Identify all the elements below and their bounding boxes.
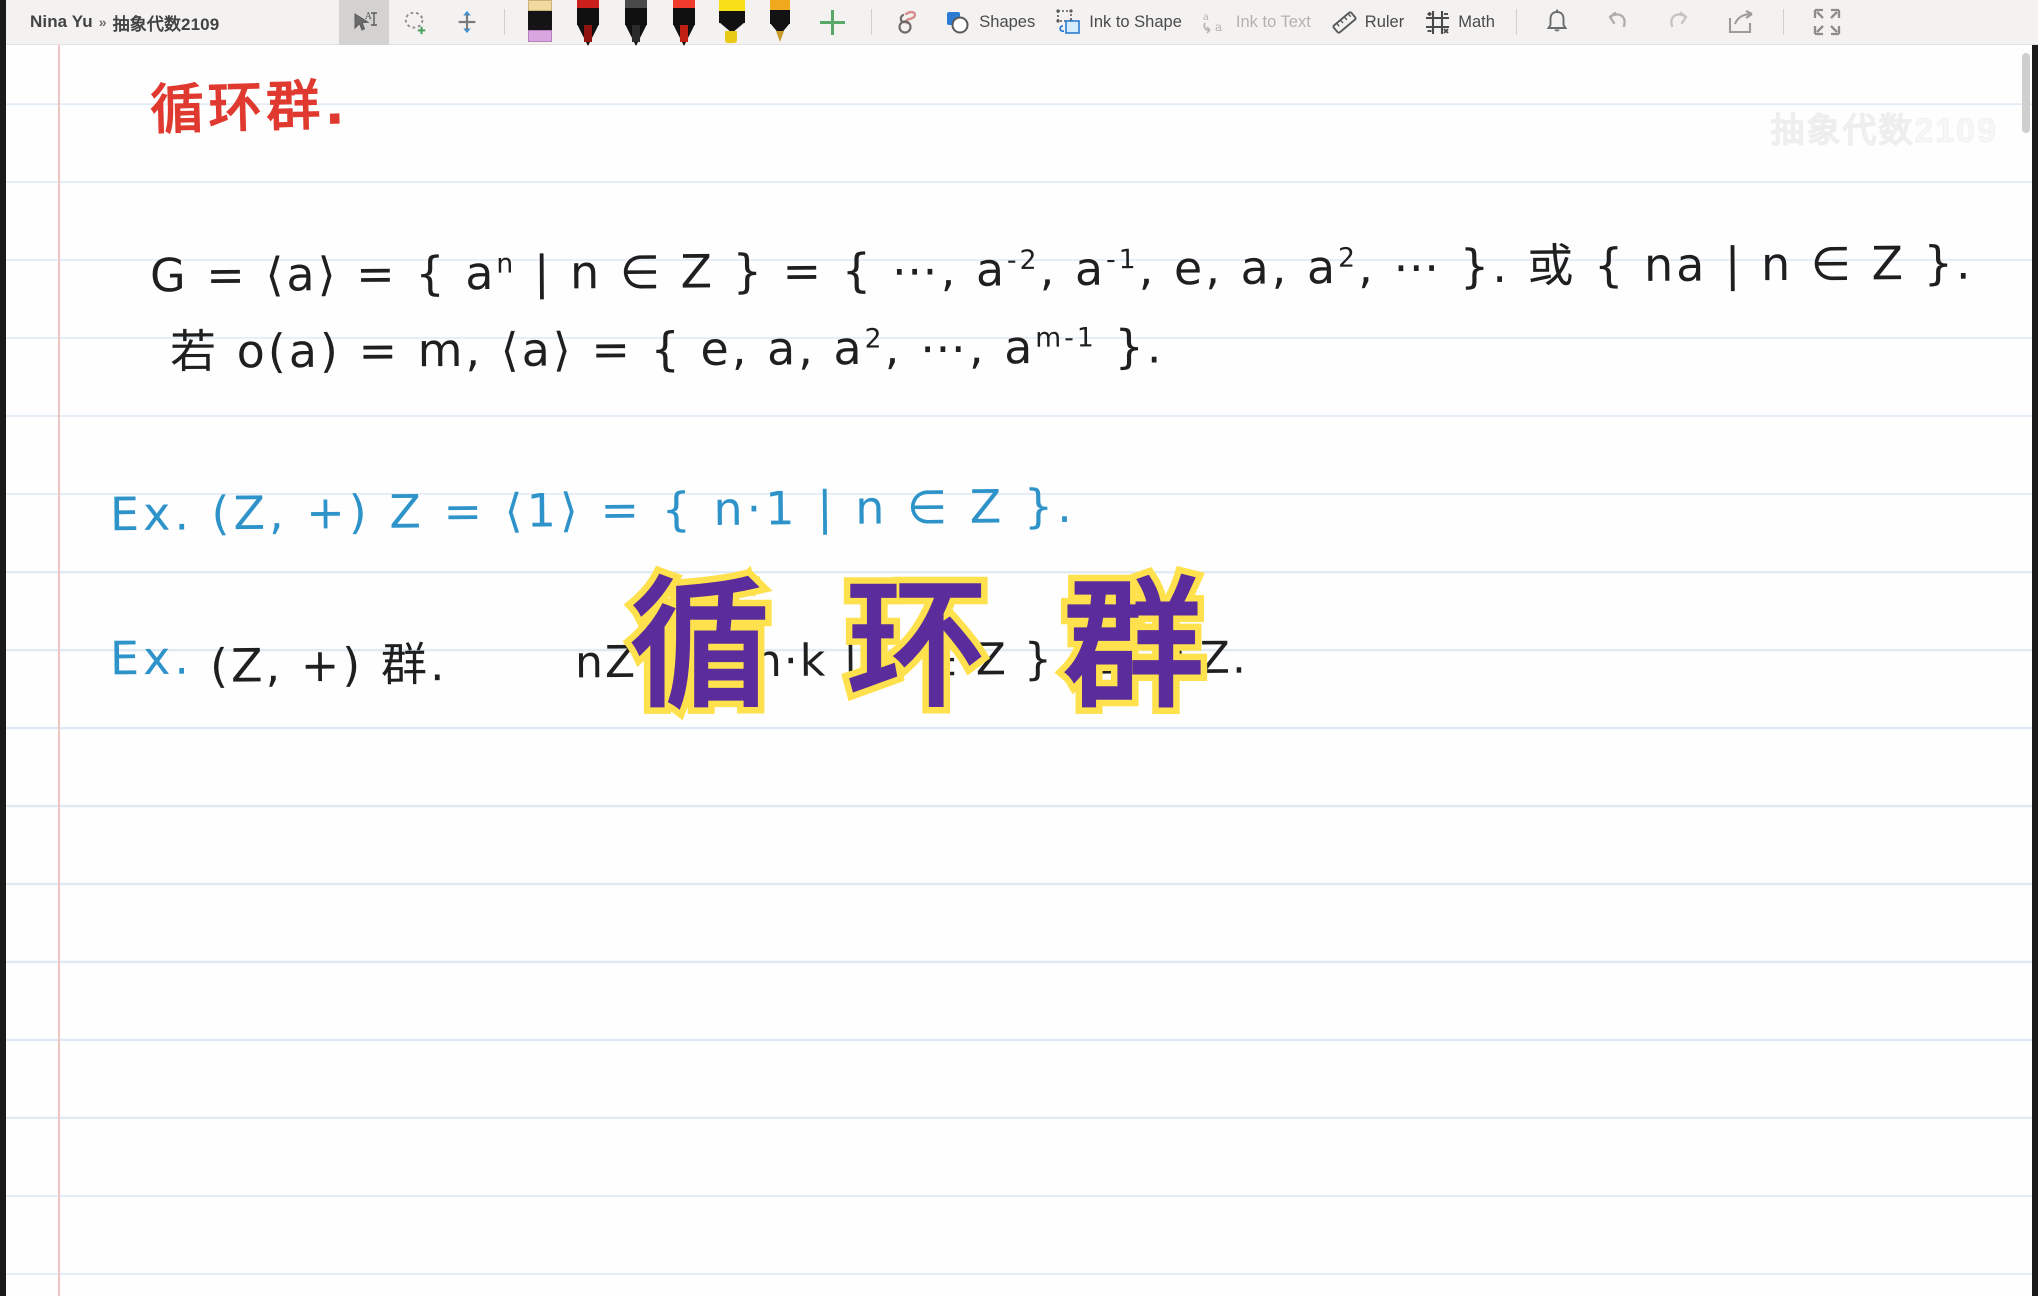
share-icon [1728,10,1753,34]
pen-red-1-tool[interactable] [564,0,612,46]
ink-to-text-button[interactable]: a a Ink to Text [1192,0,1321,45]
share-button[interactable] [1710,0,1772,45]
ink-to-shape-button[interactable]: Ink to Shape [1045,0,1192,45]
pencil-orange-tool[interactable] [756,0,804,45]
pen-black-icon [625,0,648,46]
toolbar-divider-3 [1515,9,1517,35]
top-toolbar: Nina Yu » 抽象代数2109 A Shapes Ink to Shape… [0,0,2038,46]
onenote-window: Nina Yu » 抽象代数2109 A Shapes Ink to Shape… [0,0,2038,1296]
redo-button[interactable] [1648,0,1710,45]
add-pen-button[interactable] [804,0,860,45]
collapse-icon [1813,8,1841,36]
eraser-tool[interactable] [516,0,564,45]
ink-effects-button[interactable] [883,0,935,45]
svg-text:a: a [1215,20,1222,34]
window-left-edge [0,0,6,45]
pan-tool-button[interactable] [441,0,493,45]
ruler-label: Ruler [1364,12,1405,31]
pencil-orange-icon [770,0,791,44]
pen-red-2-tool[interactable] [660,0,708,46]
ink-effects-icon [898,10,917,34]
undo-button[interactable] [1586,0,1648,45]
ruler-icon [1332,10,1357,34]
select-ink-tool[interactable]: A [339,0,390,45]
toolbar-divider-2 [871,9,873,35]
pen-black-tool[interactable] [612,0,660,46]
toolbar-divider-1 [504,9,506,35]
svg-text:A: A [364,12,372,22]
pen-red-2-icon [673,0,696,46]
pan-tool-icon [458,10,476,34]
shapes-icon [947,11,969,33]
bell-icon [1546,9,1568,32]
collapse-ribbon-button[interactable] [1795,0,1859,45]
breadcrumb-notebook: 抽象代数2109 [112,14,220,34]
highlighter-yellow-tool[interactable] [708,0,756,45]
lasso-select-button[interactable] [389,0,441,45]
breadcrumb-user: Nina Yu [30,12,93,31]
note-canvas[interactable]: 抽象代数2109 循环群. G = ⟨a⟩ = { an | n ∈ Z } =… [0,45,2038,1296]
ink-to-shape-icon [1056,8,1081,34]
breadcrumb-separator: » [98,14,107,30]
math-icon [1426,10,1450,34]
vertical-scrollbar[interactable] [2022,53,2030,133]
pen-red-1-icon [577,0,600,46]
ruler-button[interactable]: Ruler [1321,0,1414,45]
select-ink-icon: A [354,12,378,31]
highlighter-yellow-icon [718,0,746,44]
math-button[interactable]: Math [1414,0,1505,45]
ink-to-shape-label: Ink to Shape [1089,12,1182,31]
plus-icon [817,7,847,37]
notifications-button[interactable] [1528,0,1586,45]
ink-to-text-label: Ink to Text [1235,12,1311,31]
math-label: Math [1458,12,1495,31]
redo-icon [1670,11,1688,28]
eraser-icon [528,0,553,42]
shapes-button[interactable]: Shapes [935,0,1045,45]
toolbar-divider-4 [1782,9,1784,35]
breadcrumb[interactable]: Nina Yu » 抽象代数2109 [0,0,219,45]
svg-text:a: a [1203,12,1209,23]
lasso-select-icon [405,11,426,35]
page-left-edge [0,45,6,1296]
shapes-label: Shapes [979,12,1036,31]
margin-line [58,45,60,1296]
ruled-lines [0,45,2038,1296]
ink-to-text-icon: a a [1203,12,1222,34]
page-right-edge [2032,45,2038,1296]
undo-icon [1608,11,1626,28]
